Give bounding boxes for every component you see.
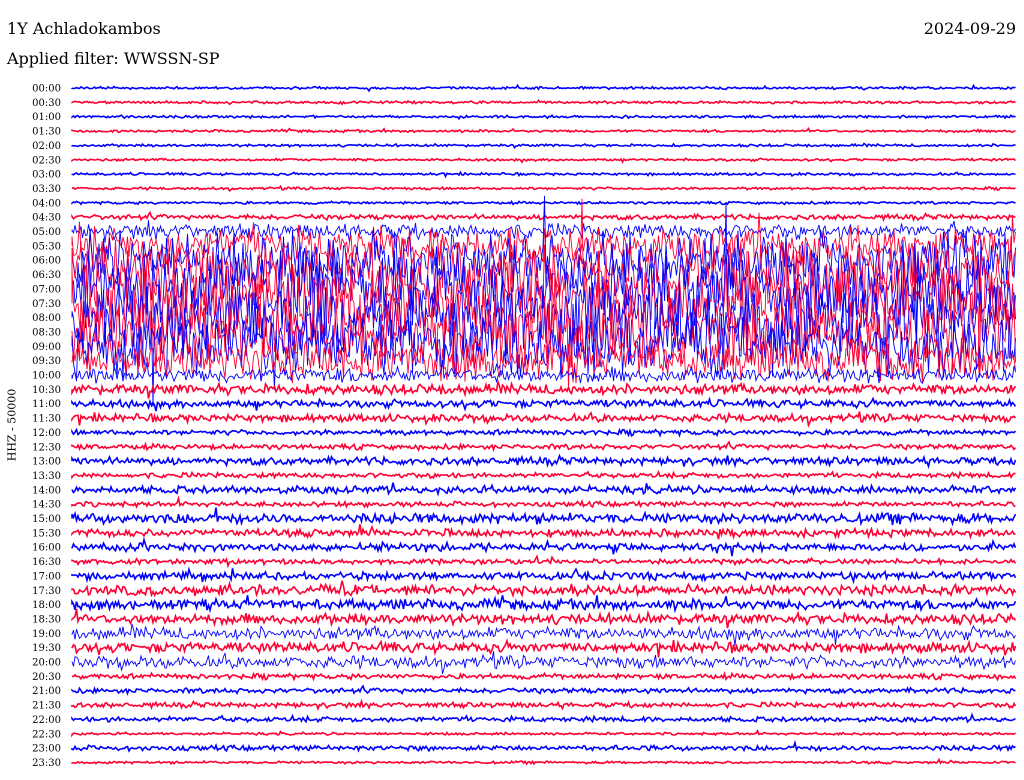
trace-2030: [71, 670, 1017, 682]
tick-label-1200: 12:00: [32, 428, 61, 439]
trace-1030: [71, 378, 1017, 399]
tick-label-0300: 03:00: [32, 170, 61, 181]
tick-label-0830: 08:30: [32, 327, 61, 338]
tick-label-0130: 01:30: [32, 127, 61, 138]
trace-0230: [71, 157, 1017, 164]
trace-1300: [71, 453, 1017, 470]
tick-label-1000: 10:00: [32, 371, 61, 382]
tick-label-2000: 20:00: [32, 658, 61, 669]
tick-label-1300: 13:00: [32, 457, 61, 468]
tick-label-0630: 06:30: [32, 270, 61, 281]
tick-label-2330: 23:30: [32, 758, 61, 769]
tick-label-1330: 13:30: [32, 471, 61, 482]
trace-1730: [71, 580, 1017, 599]
tick-label-0730: 07:30: [32, 299, 61, 310]
trace-1130: [71, 411, 1017, 428]
trace-0030: [71, 98, 1016, 106]
trace-1400: [71, 482, 1017, 497]
trace-0000: [71, 83, 1016, 93]
trace-1430: [71, 495, 1016, 509]
trace-1100: [71, 396, 1017, 412]
trace-2230: [71, 729, 1016, 738]
tick-label-1500: 15:00: [32, 514, 61, 525]
tick-label-0600: 06:00: [32, 256, 61, 267]
trace-0100: [71, 113, 1016, 121]
trace-2300: [71, 739, 1016, 753]
tick-label-1030: 10:30: [32, 385, 61, 396]
trace-0400: [71, 199, 1016, 206]
trace-1330: [71, 469, 1016, 480]
trace-1830: [71, 608, 1017, 629]
tick-label-1730: 17:30: [32, 586, 61, 597]
tick-label-2300: 23:00: [32, 744, 61, 755]
tick-label-0100: 01:00: [32, 112, 61, 123]
tick-label-2100: 21:00: [32, 686, 61, 697]
tick-label-0330: 03:30: [32, 184, 61, 195]
trace-2000: [71, 651, 1016, 675]
trace-1230: [71, 440, 1017, 452]
seismogram-plot: 00:00 00:30 01:00 01:30 02:00 02:30 03:00 03:30…: [32, 83, 1017, 769]
tick-label-0900: 09:00: [32, 342, 61, 353]
tick-label-0800: 08:00: [32, 313, 61, 324]
trace-0300: [71, 170, 1016, 179]
tick-label-2200: 22:00: [32, 715, 61, 726]
trace-2100: [71, 684, 1016, 696]
trace-0200: [71, 142, 1016, 150]
trace-2130: [71, 698, 1017, 711]
trace-1630: [71, 554, 1017, 569]
trace-1930: [71, 638, 1017, 658]
tick-label-2130: 21:30: [32, 701, 61, 712]
trace-1530: [71, 524, 1016, 540]
trace-1800: [71, 595, 1017, 614]
trace-1000: [71, 359, 1016, 384]
trace-0130: [71, 126, 1016, 134]
tick-label-0000: 00:00: [32, 84, 61, 95]
tick-label-1800: 18:00: [32, 600, 61, 611]
tick-label-1700: 17:00: [32, 571, 61, 582]
trace-1500: [71, 507, 1017, 527]
tick-label-1530: 15:30: [32, 528, 61, 539]
trace-2200: [71, 712, 1016, 724]
trace-1700: [71, 566, 1017, 585]
trace-2330: [71, 757, 1016, 766]
tick-label-0530: 05:30: [32, 241, 61, 252]
tick-label-0430: 04:30: [32, 213, 61, 224]
tick-label-1900: 19:00: [32, 629, 61, 640]
tick-label-2230: 22:30: [32, 729, 61, 740]
trace-1900: [71, 623, 1016, 646]
tick-label-1600: 16:00: [32, 543, 61, 554]
tick-label-0400: 04:00: [32, 198, 61, 209]
tick-label-1830: 18:30: [32, 614, 61, 625]
tick-label-0030: 00:30: [32, 98, 61, 109]
tick-label-2030: 20:30: [32, 672, 61, 683]
tick-label-0930: 09:30: [32, 356, 61, 367]
tick-label-1930: 19:30: [32, 643, 61, 654]
tick-label-0230: 02:30: [32, 155, 61, 166]
tick-label-1100: 11:00: [32, 399, 61, 410]
tick-label-1130: 11:30: [32, 414, 61, 425]
tick-label-0500: 05:00: [32, 227, 61, 238]
trace-1200: [71, 427, 1017, 438]
tick-label-1230: 12:30: [32, 442, 61, 453]
trace-0330: [71, 184, 1016, 192]
tick-label-1400: 14:00: [32, 485, 61, 496]
trace-1600: [71, 536, 1017, 557]
tick-label-0200: 02:00: [32, 141, 61, 152]
tick-label-1430: 14:30: [32, 500, 61, 511]
tick-label-0700: 07:00: [32, 284, 61, 295]
tick-label-1630: 16:30: [32, 557, 61, 568]
